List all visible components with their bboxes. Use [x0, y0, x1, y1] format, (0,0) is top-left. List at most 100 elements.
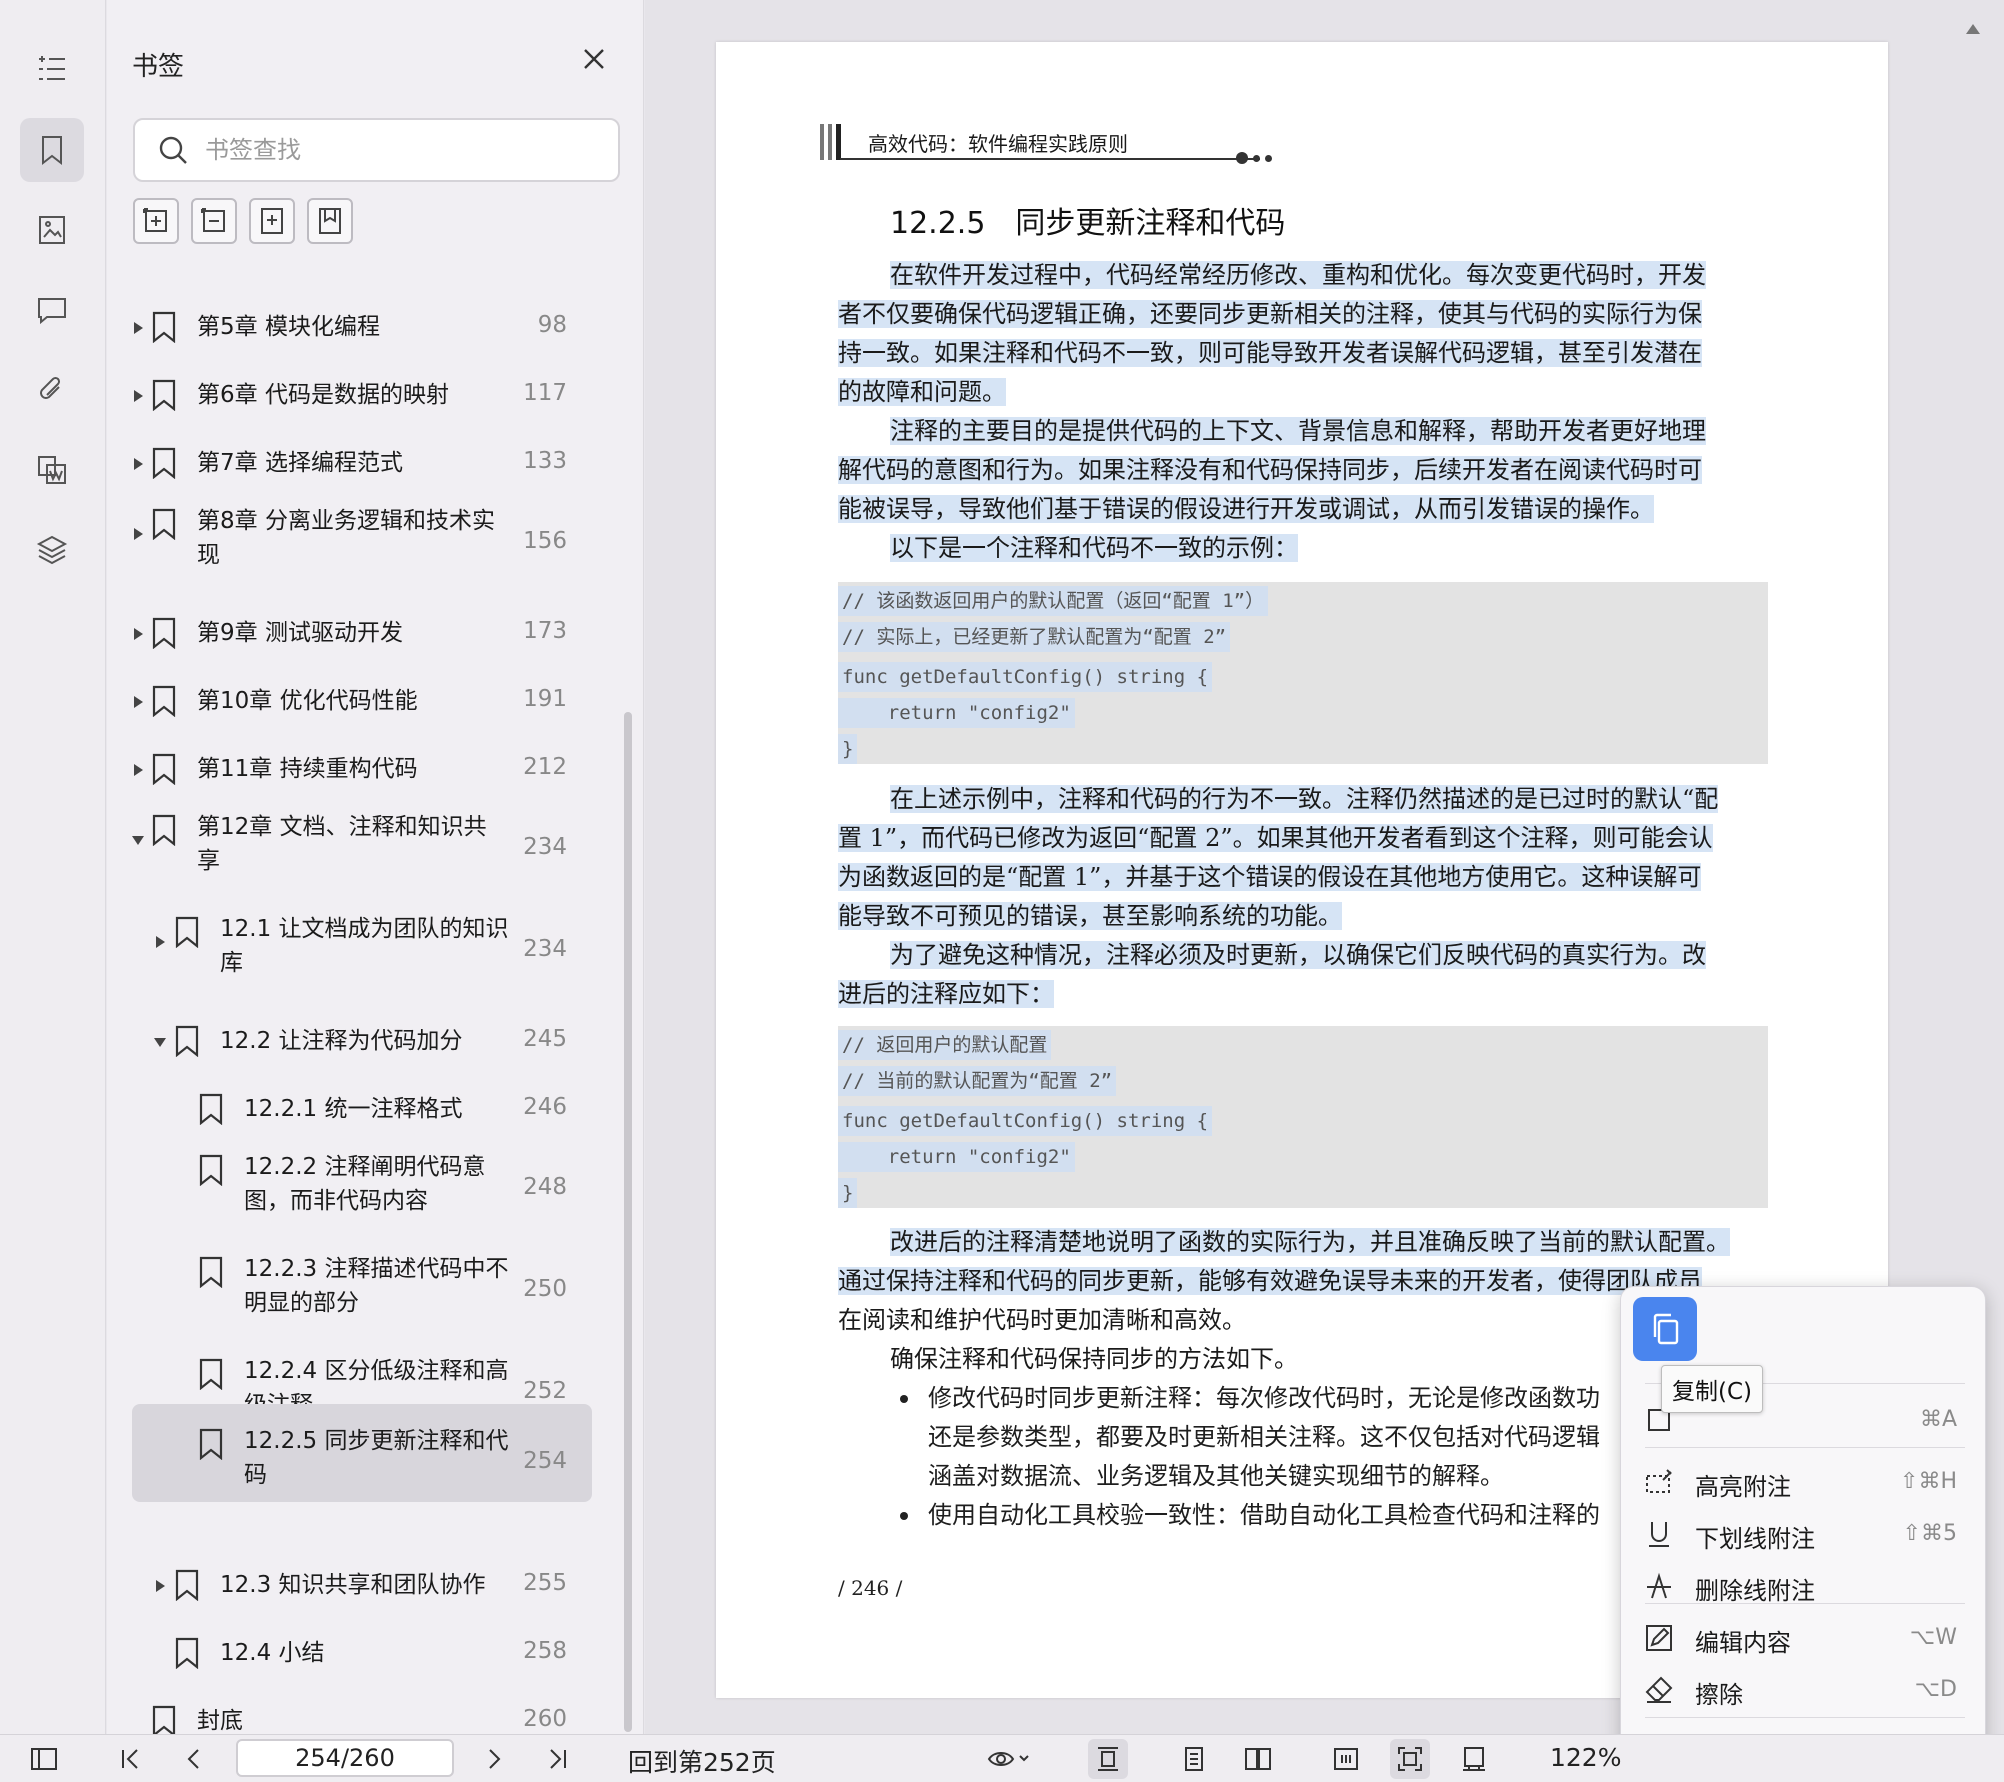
code-line: }	[838, 1178, 858, 1208]
thumbnail-icon[interactable]	[20, 198, 84, 262]
signature-icon[interactable]	[20, 438, 84, 502]
bookmark-flag-icon	[151, 1705, 177, 1738]
expand-right-arrow-icon[interactable]	[131, 526, 145, 540]
expand-right-arrow-icon[interactable]	[131, 762, 145, 776]
bullet-dot-icon	[900, 1512, 908, 1520]
bookmark-label: 12.1 让文档成为团队的知识库	[220, 916, 509, 976]
bookmark-page-number: 246	[523, 1094, 567, 1120]
close-icon[interactable]	[579, 44, 615, 80]
bookmark-flag-icon	[151, 617, 177, 650]
text-line: 置 1”，而代码已修改为返回“配置 2”。如果其他开发者看到这个注释，则可能会认	[838, 824, 1713, 852]
search-input[interactable]	[205, 136, 585, 164]
outline-icon[interactable]	[20, 36, 84, 100]
context-menu-shortcut: ⇧⌘H	[1900, 1469, 1957, 1494]
bookmark-item[interactable]: 第5章 模块化编程 98	[132, 300, 592, 354]
bookmark-icon[interactable]	[307, 198, 353, 244]
bookmark-item[interactable]: 第9章 测试驱动开发 173	[132, 606, 592, 660]
context-menu-item[interactable]: 编辑内容 ⌥W	[1621, 1613, 1987, 1663]
expand-right-arrow-icon[interactable]	[153, 1578, 167, 1592]
scroll-up-icon[interactable]	[1966, 24, 1980, 34]
page-folio: / 246 /	[838, 1576, 903, 1600]
bookmark-search[interactable]	[133, 118, 620, 182]
bookmark-label: 第5章 模块化编程	[197, 314, 380, 340]
first-page-icon[interactable]	[110, 1739, 150, 1779]
paragraph-2[interactable]: 注释的主要目的是提供代码的上下文、背景信息和解释，帮助开发者更好地理 解代码的意图…	[838, 412, 1768, 529]
bookmark-item[interactable]: 12.2.1 统一注释格式 246	[132, 1082, 592, 1136]
bookmark-label: 第6章 代码是数据的映射	[197, 382, 449, 408]
bookmark-item[interactable]: 第10章 优化代码性能 191	[132, 674, 592, 728]
prev-page-icon[interactable]	[174, 1739, 214, 1779]
bookmark-item[interactable]: 第8章 分离业务逻辑和技术实现 156	[132, 504, 592, 592]
expand-right-arrow-icon[interactable]	[131, 320, 145, 334]
code-line: // 当前的默认配置为“配置 2”	[838, 1066, 1117, 1096]
bookmark-item[interactable]: 12.2.5 同步更新注释和代码 254	[132, 1404, 592, 1502]
rotate-page-icon[interactable]	[1454, 1739, 1494, 1779]
expand-right-arrow-icon[interactable]	[131, 388, 145, 402]
paragraph-4[interactable]: 在上述示例中，注释和代码的行为不一致。注释仍然描述的是已过时的默认“配置 1”，…	[838, 780, 1768, 936]
page-number-input[interactable]: 254/260	[236, 1739, 454, 1777]
bookmark-panel-icon[interactable]	[20, 118, 84, 182]
running-head: 高效代码：软件编程实践原则	[820, 124, 1280, 164]
expand-right-arrow-icon[interactable]	[153, 934, 167, 948]
bookmark-item[interactable]: 第6章 代码是数据的映射 117	[132, 368, 592, 422]
code-line: func getDefaultConfig() string {	[838, 662, 1213, 692]
next-page-icon[interactable]	[474, 1739, 514, 1779]
paragraph-5[interactable]: 为了避免这种情况，注释必须及时更新，以确保它们反映代码的真实行为。改 进后的注释应…	[838, 936, 1768, 1014]
collapse-all-icon[interactable]	[191, 198, 237, 244]
bookmark-item[interactable]: 第11章 持续重构代码 212	[132, 742, 592, 796]
comment-icon[interactable]	[20, 278, 84, 342]
bookmark-flag-icon	[174, 1637, 200, 1670]
context-menu-item[interactable]: 高亮附注 ⇧⌘H	[1621, 1457, 1987, 1507]
expand-right-arrow-icon[interactable]	[131, 456, 145, 470]
last-page-icon[interactable]	[538, 1739, 578, 1779]
code-line: }	[838, 734, 858, 764]
paragraph-1[interactable]: 在软件开发过程中，代码经常经历修改、重构和优化。每次变更代码时，开发 者不仅要确保…	[838, 256, 1768, 412]
expand-right-arrow-icon[interactable]	[131, 626, 145, 640]
bookmark-label: 12.2.1 统一注释格式	[244, 1096, 463, 1122]
sidebar-toggle-icon[interactable]	[24, 1739, 64, 1779]
bookmark-item[interactable]: 12.1 让文档成为团队的知识库 234	[132, 912, 592, 1000]
text-line: 涵盖对数据流、业务逻辑及其他关键实现细节的解释。	[928, 1462, 1504, 1490]
strikethrough-icon	[1643, 1570, 1675, 1602]
add-bookmark-icon[interactable]	[249, 198, 295, 244]
goto-page-link[interactable]: 回到第252页	[628, 1743, 776, 1779]
paragraph-3[interactable]: 以下是一个注释和代码不一致的示例：	[838, 529, 1768, 568]
scroll-mode-icon[interactable]	[1326, 1739, 1366, 1779]
bookmark-page-number: 250	[523, 1276, 567, 1302]
bookmark-item[interactable]: 第12章 文档、注释和知识共享 234	[132, 810, 592, 898]
two-page-icon[interactable]	[1238, 1739, 1278, 1779]
bookmark-page-number: 258	[523, 1638, 567, 1664]
view-mode-eye-icon[interactable]	[974, 1739, 1044, 1779]
bookmark-item[interactable]: 12.2.2 注释阐明代码意 图，而非代码内容 248	[132, 1150, 592, 1238]
context-menu-label: 高亮附注	[1695, 1473, 1791, 1501]
expand-down-arrow-icon[interactable]	[153, 1034, 167, 1048]
bookmark-label: 12.2.5 同步更新注释和代码	[244, 1428, 509, 1488]
context-menu-item[interactable]: 擦除 ⌥D	[1621, 1665, 1987, 1715]
layers-icon[interactable]	[20, 518, 84, 582]
attachment-icon[interactable]	[20, 358, 84, 422]
bookmark-item[interactable]: 12.2.3 注释描述代码中不 明显的部分 250	[132, 1252, 592, 1340]
copy-button[interactable]	[1633, 1297, 1697, 1361]
text-line: 注释的主要目的是提供代码的上下文、背景信息和解释，帮助开发者更好地理	[890, 417, 1706, 445]
fit-page-icon[interactable]	[1390, 1739, 1430, 1779]
bookmark-item[interactable]: 12.3 知识共享和团队协作 255	[132, 1558, 592, 1612]
fit-width-icon[interactable]	[1088, 1739, 1128, 1779]
expand-right-arrow-icon[interactable]	[131, 694, 145, 708]
expand-all-icon[interactable]	[133, 198, 179, 244]
context-menu-item[interactable]: 下划线附注 ⇧⌘5	[1621, 1509, 1987, 1559]
bookmark-flag-icon	[151, 753, 177, 786]
bookmark-item[interactable]: 12.2 让注释为代码加分 245	[132, 1014, 592, 1068]
zoom-level[interactable]: 122%	[1550, 1743, 1621, 1772]
bookmark-flag-icon	[198, 1256, 224, 1289]
bookmark-page-number: 234	[523, 834, 567, 860]
bookmark-item[interactable]: 12.4 小结 258	[132, 1626, 592, 1680]
bookmark-label: 12.3 知识共享和团队协作	[220, 1572, 486, 1598]
code-block-1[interactable]: // 该函数返回用户的默认配置（返回“配置 1”） // 实际上，已经更新了默认配…	[838, 582, 1768, 764]
bookmark-item[interactable]: 第7章 选择编程范式 133	[132, 436, 592, 490]
panel-scrollbar[interactable]	[624, 712, 632, 1732]
context-menu-shortcut: ⇧⌘5	[1902, 1521, 1957, 1546]
single-page-icon[interactable]	[1174, 1739, 1214, 1779]
code-block-2[interactable]: // 返回用户的默认配置 // 当前的默认配置为“配置 2” func getDef…	[838, 1026, 1768, 1208]
expand-down-arrow-icon[interactable]	[131, 832, 145, 846]
code-line: // 返回用户的默认配置	[838, 1030, 1052, 1060]
